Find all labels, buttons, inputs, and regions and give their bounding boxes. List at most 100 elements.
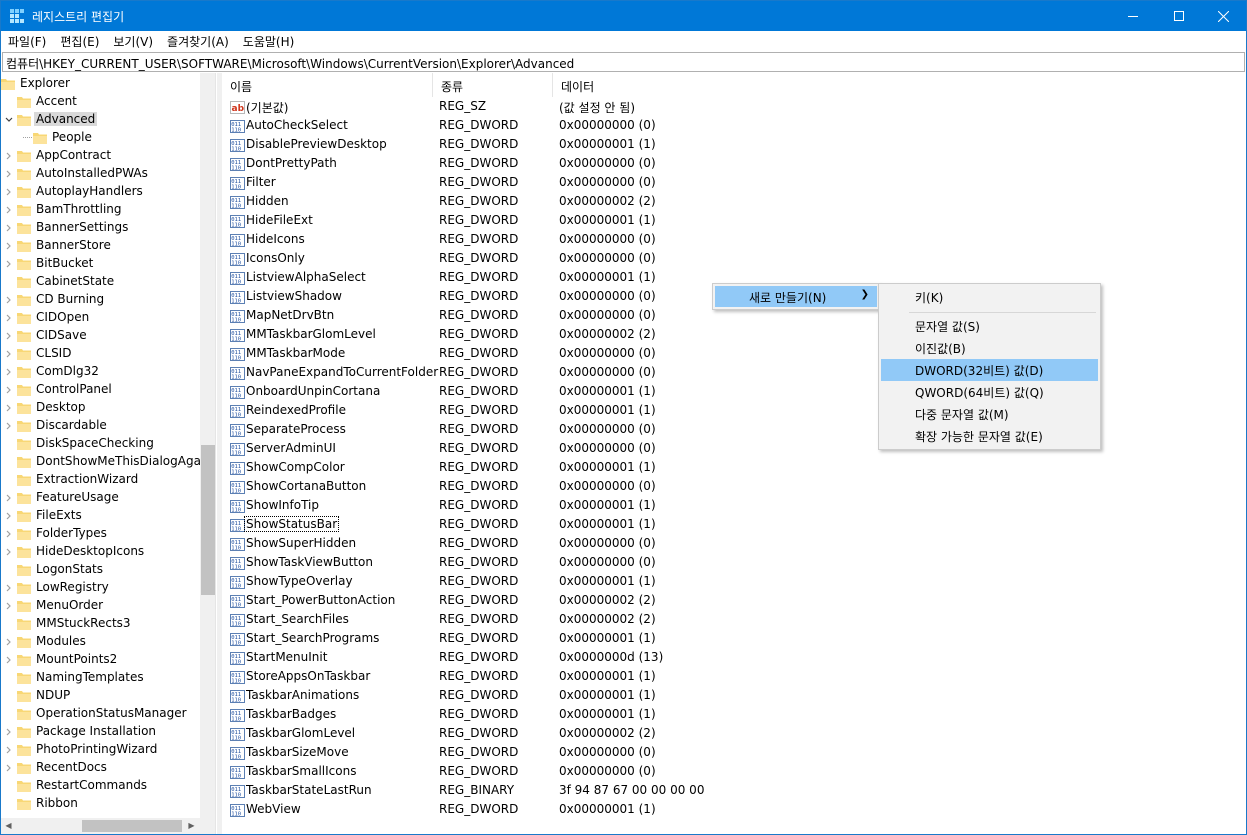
value-row[interactable]: 011 110 ShowTaskViewButton REG_DWORD 0x00000…: [222, 554, 1246, 573]
chevron-right-icon[interactable]: [4, 240, 14, 252]
chevron-right-icon[interactable]: [4, 294, 14, 306]
chevron-right-icon[interactable]: [4, 330, 14, 342]
svg-text:110: 110: [231, 128, 241, 134]
chevron-right-icon[interactable]: [4, 402, 14, 414]
submenu-item-key[interactable]: 키(K): [881, 286, 1098, 308]
chevron-right-icon[interactable]: [4, 726, 14, 738]
value-row[interactable]: 011 110 HideFileExt REG_DWORD 0x00000001 (1): [222, 212, 1246, 231]
value-row[interactable]: 011 110 Start_PowerButtonAction REG_DWORD 0x…: [222, 592, 1246, 611]
value-row[interactable]: 011 110 TaskbarAnimations REG_DWORD 0x000000…: [222, 687, 1246, 706]
chevron-right-icon[interactable]: [4, 528, 14, 540]
title-bar[interactable]: 레지스트리 편집기: [1, 1, 1246, 31]
value-row[interactable]: 011 110 ShowTypeOverlay REG_DWORD 0x00000001…: [222, 573, 1246, 592]
menu-help[interactable]: 도움말(H): [236, 31, 302, 52]
value-row[interactable]: 011 110 WebView REG_DWORD 0x00000001 (1): [222, 801, 1246, 820]
chevron-right-icon[interactable]: [4, 366, 14, 378]
svg-text:110: 110: [231, 489, 241, 495]
value-name: NavPaneExpandToCurrentFolder: [246, 365, 439, 379]
chevron-right-icon[interactable]: [4, 186, 14, 198]
chevron-right-icon[interactable]: [4, 546, 14, 558]
value-data: 0x00000000 (0): [559, 422, 656, 436]
value-row[interactable]: ab (기본값) REG_SZ (값 설정 안 됨): [222, 98, 1246, 117]
tree-horizontal-scrollbar[interactable]: ◀ ▶: [1, 818, 200, 834]
chevron-right-icon[interactable]: [4, 492, 14, 504]
binary-value-icon: 011110: [230, 671, 245, 685]
submenu-item-dword-value[interactable]: DWORD(32비트) 값(D): [881, 359, 1098, 381]
chevron-right-icon[interactable]: [4, 582, 14, 594]
value-data: 0x00000000 (0): [559, 555, 656, 569]
folder-icon: [17, 583, 31, 594]
menu-file[interactable]: 파일(F): [1, 31, 53, 52]
value-row[interactable]: 011 110 Start_SearchFiles REG_DWORD 0x000000…: [222, 611, 1246, 630]
submenu-item-string-value[interactable]: 문자열 값(S): [881, 315, 1098, 337]
value-row[interactable]: 011 110 AutoCheckSelect REG_DWORD 0x00000000…: [222, 117, 1246, 136]
value-row[interactable]: 011 110 ShowInfoTip REG_DWORD 0x00000001 (1): [222, 497, 1246, 516]
chevron-right-icon[interactable]: [4, 744, 14, 756]
chevron-right-icon[interactable]: [4, 168, 14, 180]
svg-text:110: 110: [231, 451, 241, 457]
chevron-right-icon[interactable]: [4, 600, 14, 612]
tree-item-label: FileExts: [36, 508, 82, 522]
submenu-item-multi-string-value[interactable]: 다중 문자열 값(M): [881, 403, 1098, 425]
value-row[interactable]: 011 110 TaskbarSmallIcons REG_DWORD 0x000000…: [222, 763, 1246, 782]
value-row[interactable]: 011 110 TaskbarGlomLevel REG_DWORD 0x0000000…: [222, 725, 1246, 744]
value-row[interactable]: 011 110 ShowSuperHidden REG_DWORD 0x00000000…: [222, 535, 1246, 554]
value-row[interactable]: 011 110 ShowCortanaButton REG_DWORD 0x000000…: [222, 478, 1246, 497]
column-header-data[interactable]: 데이터: [553, 73, 743, 97]
folder-icon: [17, 781, 31, 792]
value-row[interactable]: 011 110 StoreAppsOnTaskbar REG_DWORD 0x00000…: [222, 668, 1246, 687]
chevron-right-icon[interactable]: [4, 384, 14, 396]
value-row[interactable]: 011 110 HideIcons REG_DWORD 0x00000000 (0): [222, 231, 1246, 250]
chevron-down-icon[interactable]: [4, 114, 14, 126]
tree-hscroll-thumb[interactable]: [82, 820, 182, 832]
chevron-right-icon[interactable]: [4, 762, 14, 774]
chevron-right-icon[interactable]: [4, 204, 14, 216]
chevron-right-icon[interactable]: [4, 258, 14, 270]
value-row[interactable]: 011 110 Hidden REG_DWORD 0x00000002 (2): [222, 193, 1246, 212]
value-row[interactable]: 011 110 Filter REG_DWORD 0x00000000 (0): [222, 174, 1246, 193]
chevron-right-icon[interactable]: [4, 222, 14, 234]
chevron-right-icon[interactable]: [4, 654, 14, 666]
value-row[interactable]: 011 110 ShowStatusBar REG_DWORD 0x00000001 (…: [222, 516, 1246, 535]
value-row[interactable]: 011 110 TaskbarSizeMove REG_DWORD 0x00000000…: [222, 744, 1246, 763]
menu-view[interactable]: 보기(V): [106, 31, 160, 52]
value-row[interactable]: 011 110 Start_SearchPrograms REG_DWORD 0x000…: [222, 630, 1246, 649]
menu-item-new-label: 새로 만들기(N): [749, 291, 827, 305]
value-row[interactable]: 011 110 DisablePreviewDesktop REG_DWORD 0x00…: [222, 136, 1246, 155]
submenu-item-expandable-string-value[interactable]: 확장 가능한 문자열 값(E): [881, 425, 1098, 447]
submenu-item-binary-value[interactable]: 이진값(B): [881, 337, 1098, 359]
submenu-item-qword-value[interactable]: QWORD(64비트) 값(Q): [881, 381, 1098, 403]
value-row[interactable]: 011 110 DontPrettyPath REG_DWORD 0x00000000 …: [222, 155, 1246, 174]
value-data: 0x00000001 (1): [559, 137, 656, 151]
tree-scroll-thumb[interactable]: [201, 445, 215, 595]
folder-icon: [17, 601, 31, 612]
chevron-right-icon[interactable]: [4, 510, 14, 522]
binary-value-icon: 011110: [230, 519, 245, 533]
menu-item-new[interactable]: 새로 만들기(N) ❯: [715, 286, 877, 307]
minimize-button[interactable]: [1110, 1, 1156, 31]
binary-value-icon: 011110: [230, 690, 245, 704]
value-row[interactable]: 011 110 ShowCompColor REG_DWORD 0x00000001 (…: [222, 459, 1246, 478]
menu-favorites[interactable]: 즐겨찾기(A): [160, 31, 236, 52]
value-row[interactable]: 011 110 TaskbarBadges REG_DWORD 0x00000001 (…: [222, 706, 1246, 725]
chevron-right-icon[interactable]: [4, 420, 14, 432]
chevron-right-icon[interactable]: [4, 348, 14, 360]
maximize-button[interactable]: [1156, 1, 1202, 31]
close-button[interactable]: [1200, 1, 1246, 31]
chevron-right-icon[interactable]: [4, 150, 14, 162]
chevron-right-icon[interactable]: [4, 636, 14, 648]
chevron-right-icon[interactable]: [4, 312, 14, 324]
scroll-left-icon[interactable]: ◀: [1, 818, 16, 833]
scroll-right-icon[interactable]: ▶: [184, 818, 199, 833]
value-type: REG_DWORD: [439, 422, 519, 436]
address-bar[interactable]: 컴퓨터\HKEY_CURRENT_USER\SOFTWARE\Microsoft…: [2, 52, 1245, 72]
value-data: 0x00000000 (0): [559, 764, 656, 778]
value-row[interactable]: 011 110 TaskbarStateLastRun REG_BINARY 3f 94…: [222, 782, 1246, 801]
column-header-type[interactable]: 종류: [433, 73, 553, 97]
menu-edit[interactable]: 편집(E): [53, 31, 106, 52]
value-row[interactable]: 011 110 IconsOnly REG_DWORD 0x00000000 (0): [222, 250, 1246, 269]
column-header-name[interactable]: 이름: [222, 73, 433, 97]
value-row[interactable]: 011 110 StartMenuInit REG_DWORD 0x0000000d (…: [222, 649, 1246, 668]
tree-item-label: FeatureUsage: [36, 490, 119, 504]
tree-vertical-scrollbar[interactable]: [200, 73, 215, 818]
